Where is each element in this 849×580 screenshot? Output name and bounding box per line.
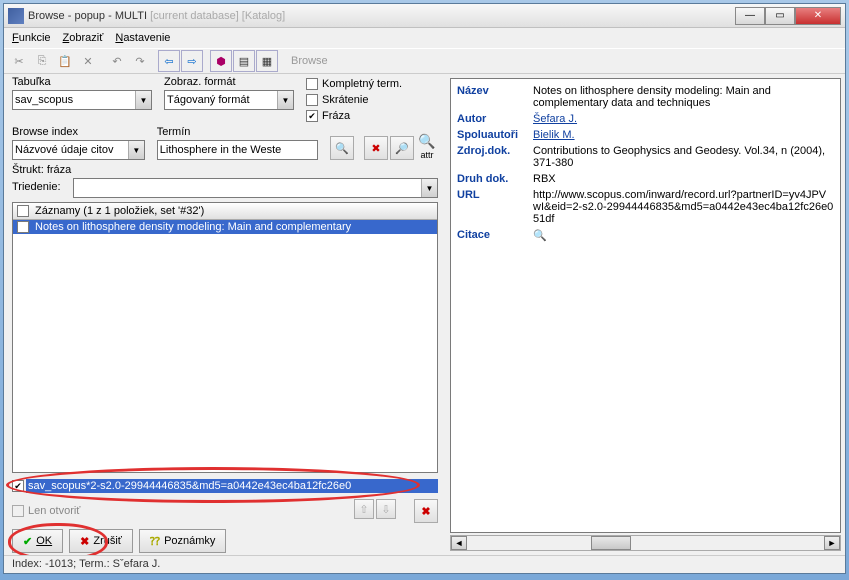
- druh-value: RBX: [533, 173, 834, 185]
- list-header: Záznamy (1 z 1 položiek, set '#32'): [13, 203, 437, 220]
- format-combo[interactable]: Tágovaný formát▼: [164, 90, 294, 110]
- spolu-label: Spoluautoři: [457, 129, 533, 141]
- maximize-button[interactable]: ▭: [765, 7, 795, 25]
- find-button[interactable]: 🔎: [390, 136, 414, 160]
- scroll-thumb[interactable]: [591, 536, 631, 550]
- doc-icon[interactable]: ▦: [256, 50, 278, 72]
- row-checkbox[interactable]: [17, 221, 29, 233]
- delete-icon[interactable]: ✕: [77, 50, 99, 72]
- menubar: Funkcie Zobraziť Nastavenie: [4, 28, 845, 48]
- tabulka-combo[interactable]: sav_scopus▼: [12, 90, 152, 110]
- citace-search-icon[interactable]: 🔍: [533, 230, 547, 242]
- details-panel: NázevNotes on lithosphere density modeli…: [450, 78, 841, 533]
- browse-label: Browse: [285, 55, 334, 67]
- toolbar: ✂ ⎘ 📋 ✕ ↶ ↷ ⇦ ⇨ ⬢ ▤ ▦ Browse: [4, 48, 845, 74]
- triedenie-combo[interactable]: ▼: [73, 178, 438, 198]
- ok-button[interactable]: ✔OK: [12, 529, 63, 553]
- url-label: URL: [457, 189, 533, 225]
- forward-icon[interactable]: ⇨: [181, 50, 203, 72]
- termin-input[interactable]: [157, 140, 318, 160]
- paste-icon[interactable]: 📋: [54, 50, 76, 72]
- right-pane: NázevNotes on lithosphere density modeli…: [446, 74, 845, 555]
- browse-index-combo[interactable]: Názvové údaje citov▼: [12, 140, 145, 160]
- list-icon[interactable]: ▤: [233, 50, 255, 72]
- undo-icon[interactable]: ↶: [106, 50, 128, 72]
- remove-button[interactable]: ✖: [414, 499, 438, 523]
- clear-button[interactable]: ✖: [364, 136, 388, 160]
- close-button[interactable]: ✕: [795, 7, 841, 25]
- browse-index-label: Browse index: [12, 126, 145, 138]
- kompletny-checkbox[interactable]: [306, 78, 318, 90]
- select-all-checkbox[interactable]: [17, 205, 29, 217]
- move-up-button[interactable]: ⇧: [354, 499, 374, 519]
- selected-value[interactable]: sav_scopus*2-s2.0-29944446835&md5=a0442e…: [26, 479, 438, 493]
- menu-zobrazit[interactable]: Zobraziť: [63, 32, 104, 44]
- autor-label: Autor: [457, 113, 533, 125]
- selection-checkbox[interactable]: ✔: [12, 480, 24, 492]
- move-down-button[interactable]: ⇩: [376, 499, 396, 519]
- notes-button[interactable]: ⁇Poznámky: [139, 529, 227, 553]
- nazev-label: Název: [457, 85, 533, 109]
- druh-label: Druh dok.: [457, 173, 533, 185]
- format-label: Zobraz. formát: [164, 76, 294, 88]
- list-item[interactable]: Notes on lithosphere density modeling: M…: [13, 220, 437, 234]
- menu-nastavenie[interactable]: Nastavenie: [115, 32, 170, 44]
- cut-icon[interactable]: ✂: [8, 50, 30, 72]
- statusbar: Index: -1013; Term.: Sˇefara J.: [4, 555, 845, 573]
- main-window: Browse - popup - MULTI [current database…: [3, 3, 846, 574]
- titlebar: Browse - popup - MULTI [current database…: [4, 4, 845, 28]
- search-button[interactable]: 🔍: [330, 136, 354, 160]
- left-pane: Tabuľka sav_scopus▼ Zobraz. formát Tágov…: [4, 74, 446, 555]
- box-icon[interactable]: ⬢: [210, 50, 232, 72]
- menu-funkcie[interactable]: Funkcie: [12, 32, 51, 44]
- minimize-button[interactable]: —: [735, 7, 765, 25]
- redo-icon[interactable]: ↷: [129, 50, 151, 72]
- citace-label: Citace: [457, 229, 533, 242]
- window-title: Browse - popup - MULTI [current database…: [28, 10, 735, 22]
- spolu-link[interactable]: Bielik M.: [533, 129, 575, 141]
- nazev-value: Notes on lithosphere density modeling: M…: [533, 85, 834, 109]
- scroll-right-arrow[interactable]: ►: [824, 536, 840, 550]
- len-otvorit-checkbox[interactable]: [12, 505, 24, 517]
- cancel-button[interactable]: ✖Zrušiť: [69, 529, 133, 553]
- url-value: http://www.scopus.com/inward/record.url?…: [533, 189, 834, 225]
- back-icon[interactable]: ⇦: [158, 50, 180, 72]
- zdroj-value: Contributions to Geophysics and Geodesy.…: [533, 145, 834, 169]
- zdroj-label: Zdroj.dok.: [457, 145, 533, 169]
- termin-label: Termín: [157, 126, 318, 138]
- autor-link[interactable]: Šefara J.: [533, 113, 577, 125]
- horizontal-scrollbar[interactable]: ◄ ►: [450, 535, 841, 551]
- triedenie-label: Triedenie:: [12, 181, 61, 193]
- skratenie-checkbox[interactable]: [306, 94, 318, 106]
- records-list[interactable]: Záznamy (1 z 1 položiek, set '#32') Note…: [12, 202, 438, 473]
- fraza-checkbox[interactable]: ✔: [306, 110, 318, 122]
- strukt-label: Štrukt: fráza: [12, 164, 438, 176]
- copy-icon[interactable]: ⎘: [31, 50, 53, 72]
- app-icon: [8, 8, 24, 24]
- scroll-left-arrow[interactable]: ◄: [451, 536, 467, 550]
- tabulka-label: Tabuľka: [12, 76, 152, 88]
